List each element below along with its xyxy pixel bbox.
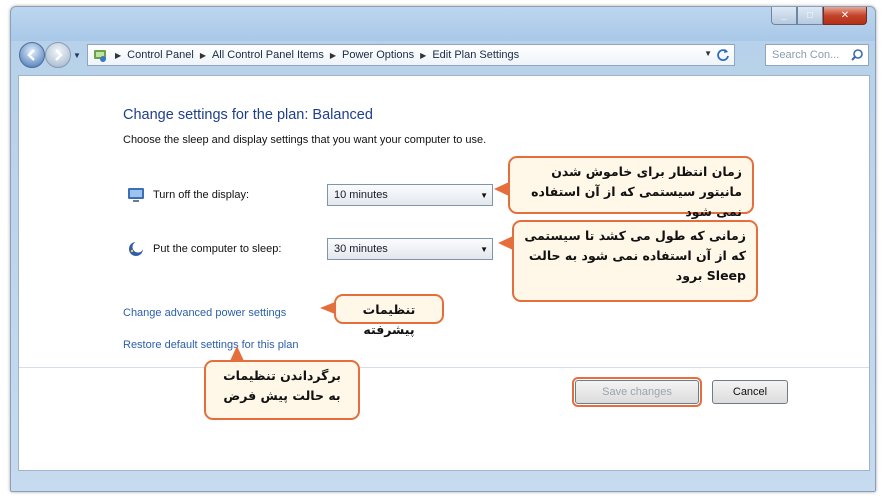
- maximize-button[interactable]: □: [797, 7, 823, 25]
- forward-arrow-icon: [55, 49, 63, 61]
- display-note-pointer: [494, 182, 509, 196]
- chevron-down-icon: ▼: [480, 191, 488, 200]
- breadcrumb-edit-plan[interactable]: Edit Plan Settings: [432, 49, 519, 61]
- back-button[interactable]: [19, 42, 45, 68]
- page-title: Change settings for the plan: Balanced: [123, 107, 373, 123]
- sleep-note-callout: زمانی که طول می کشد تا سیستمی که از آن ا…: [512, 220, 758, 302]
- breadcrumb-separator-icon[interactable]: ▶: [420, 51, 426, 60]
- address-dropdown-icon[interactable]: ▼: [704, 49, 712, 58]
- advanced-note-pointer: [320, 302, 335, 314]
- back-arrow-icon: [27, 49, 35, 61]
- navigation-bar: ▼ ▶ Control Panel ▶ All Control Panel It…: [15, 39, 869, 71]
- advanced-note-callout: تنظیمات پیشرفته: [334, 294, 444, 337]
- sleep-moon-icon: [129, 241, 144, 256]
- divider: [19, 367, 869, 368]
- monitor-icon: [128, 188, 144, 202]
- advanced-power-settings-link[interactable]: Change advanced power settings: [123, 307, 286, 319]
- refresh-icon[interactable]: [715, 47, 731, 63]
- restore-note-callout: برگرداندن تنظیمات به حالت پیش فرض: [204, 360, 360, 420]
- maximize-icon: □: [806, 10, 814, 21]
- caption-buttons: _ □ ✕: [771, 7, 867, 25]
- breadcrumb-separator-icon[interactable]: ▶: [330, 51, 336, 60]
- sleep-note-line: زمانی که طول می کشد تا سیستمی: [524, 228, 746, 243]
- address-bar[interactable]: ▶ Control Panel ▶ All Control Panel Item…: [87, 44, 735, 66]
- minimize-button[interactable]: _: [771, 7, 797, 25]
- sleep-timeout-select[interactable]: 30 minutes ▼: [327, 238, 493, 260]
- sleep-setting-row: Put the computer to sleep: 30 minutes ▼: [127, 238, 493, 260]
- sleep-note-line: Sleep برود: [675, 268, 746, 283]
- display-note-callout: زمان انتظار برای خاموش شدن مانیتور سیستم…: [508, 156, 754, 219]
- sleep-note-pointer: [498, 236, 513, 250]
- breadcrumb-power-options[interactable]: Power Options: [342, 49, 414, 61]
- cancel-button[interactable]: Cancel: [712, 380, 788, 404]
- sleep-timeout-value: 30 minutes: [334, 243, 388, 255]
- recent-pages-dropdown-icon[interactable]: ▼: [73, 51, 81, 60]
- search-placeholder: Search Con...: [772, 49, 840, 61]
- breadcrumb-separator-icon: ▶: [115, 50, 122, 60]
- sleep-note-line: که از آن استفاده نمی شود به حالت: [528, 248, 746, 263]
- breadcrumb-separator-icon[interactable]: ▶: [200, 51, 206, 60]
- control-panel-icon: [94, 50, 106, 62]
- display-timeout-value: 10 minutes: [334, 189, 388, 201]
- forward-button[interactable]: [45, 42, 71, 68]
- close-button[interactable]: ✕: [823, 7, 867, 25]
- page-subtitle: Choose the sleep and display settings th…: [123, 134, 487, 146]
- restore-note-pointer: [230, 346, 244, 361]
- search-icon[interactable]: [850, 48, 864, 62]
- search-input[interactable]: Search Con...: [765, 44, 869, 66]
- save-changes-button[interactable]: Save changes: [572, 377, 702, 407]
- display-timeout-select[interactable]: 10 minutes ▼: [327, 184, 493, 206]
- breadcrumb-all-items[interactable]: All Control Panel Items: [212, 49, 324, 61]
- breadcrumb-control-panel[interactable]: Control Panel: [127, 49, 194, 61]
- close-icon: ✕: [840, 10, 850, 21]
- restore-defaults-link[interactable]: Restore default settings for this plan: [123, 339, 298, 351]
- sleep-setting-label: Put the computer to sleep:: [153, 243, 282, 255]
- chevron-down-icon: ▼: [480, 245, 488, 254]
- display-setting-row: Turn off the display: 10 minutes ▼: [127, 184, 493, 206]
- minimize-icon: _: [781, 10, 787, 21]
- display-setting-label: Turn off the display:: [153, 189, 249, 201]
